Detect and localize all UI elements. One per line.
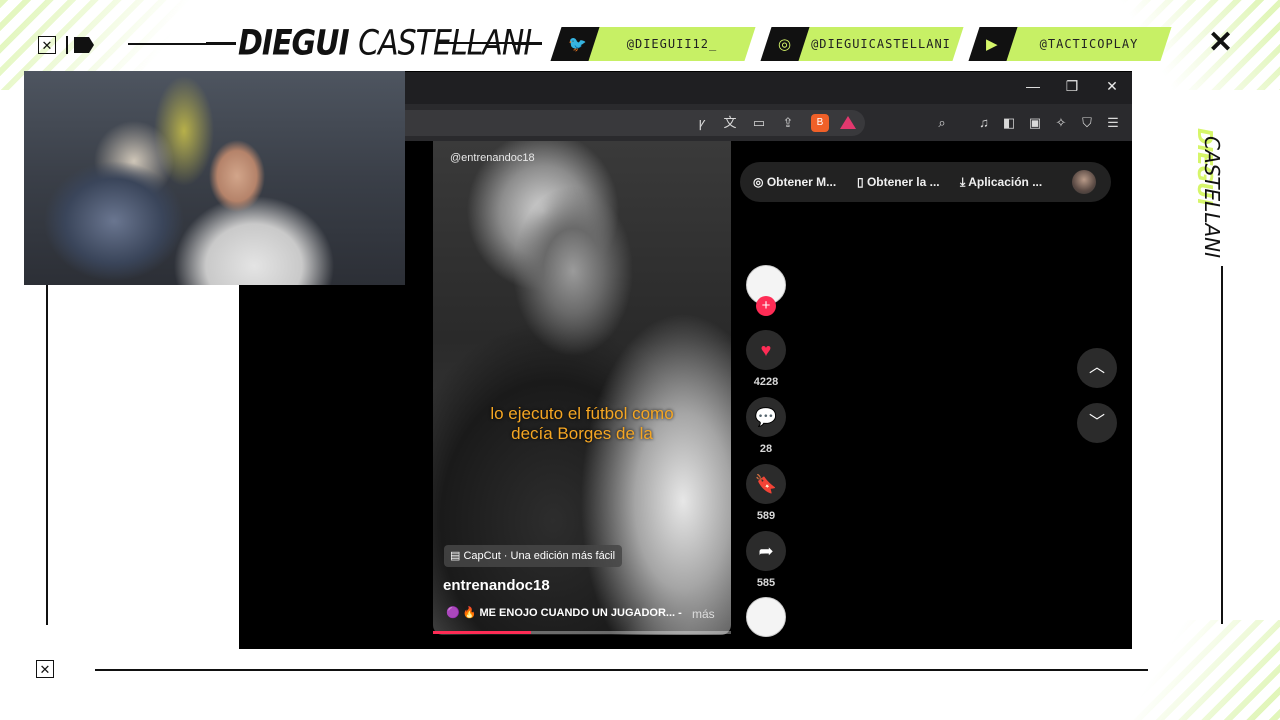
brand-title-light: CASTELLANI (358, 23, 532, 64)
social-instagram: ◎ @DIEGUICASTELLANI (760, 27, 964, 61)
social-twitter: 🐦 @DIEGUII12_ (550, 27, 756, 61)
capcut-badge[interactable]: ▤ CapCut · Una edición más fácil (444, 545, 623, 567)
brave-rewards-icon[interactable] (840, 116, 856, 129)
follow-button[interactable]: + (756, 296, 776, 316)
header-line-left-thick (206, 42, 236, 45)
download-app-label: Aplicación ... (968, 175, 1043, 189)
get-app-label: Obtener la ... (866, 175, 940, 189)
translate-icon[interactable]: 文 (721, 114, 739, 132)
sidebar-icon[interactable]: ◧ (1000, 114, 1018, 132)
header-line-left (128, 43, 208, 45)
vertical-brand-light: CASTELLANI (1200, 135, 1225, 259)
divider (66, 36, 68, 54)
save-count: 589 (756, 510, 776, 522)
no-translate-icon[interactable]: ꝩ (693, 114, 711, 132)
caption-line-2: decía Borges de la (511, 424, 653, 443)
next-video-button[interactable]: ﹀ (1077, 403, 1117, 443)
wallet-icon[interactable]: ▣ (1026, 114, 1044, 132)
ai-sparkle-icon[interactable]: ✧ (1052, 114, 1070, 132)
like-count: 4228 (753, 376, 779, 388)
minimize-button[interactable]: — (1023, 78, 1043, 94)
video-caption: lo ejecuto el fútbol como decía Borges d… (433, 404, 731, 444)
overlay-close-icon: ✕ (1208, 26, 1234, 59)
twitter-handle: @DIEGUII12_ (626, 37, 718, 51)
instagram-icon: ◎ (778, 36, 792, 53)
social-youtube: ▶ @TACTICOPLAY (968, 27, 1172, 61)
search-tab-icon[interactable]: ⌕ (933, 114, 951, 132)
vertical-brand: DIEGUI CASTELLANI (1193, 100, 1238, 258)
progress-fill (433, 631, 531, 634)
profile-avatar[interactable] (1072, 170, 1096, 194)
cast-icon[interactable]: ▭ (750, 114, 768, 132)
window-close-button[interactable]: ✕ (1102, 78, 1122, 95)
comment-button[interactable]: 💬 (746, 397, 786, 437)
capcut-label: CapCut · Una edición más fácil (463, 550, 616, 562)
twitter-icon: 🐦 (568, 36, 587, 53)
left-vertical-line (46, 285, 48, 625)
share-count: 585 (756, 577, 776, 589)
like-button[interactable]: ♥ (746, 330, 786, 370)
comment-count: 28 (759, 443, 773, 455)
video-watermark-handle: @entrenandoc18 (450, 152, 535, 164)
music-icon[interactable]: ♫ (975, 114, 993, 132)
youtube-handle: @TACTICOPLAY (1039, 37, 1139, 51)
close-box-icon: ✕ (38, 36, 56, 54)
video-author[interactable]: entrenandoc18 (443, 577, 550, 594)
bottom-line (95, 669, 1148, 671)
menu-icon[interactable]: ☰ (1104, 114, 1122, 132)
save-button[interactable]: 🔖 (746, 464, 786, 504)
video-description: 🟣 🔥 ME ENOJO CUANDO UN JUGADOR... - (446, 607, 682, 619)
webcam-feed (24, 71, 405, 285)
sound-disc[interactable] (746, 597, 786, 637)
previous-video-button[interactable]: ︿ (1077, 348, 1117, 388)
right-vertical-line (1221, 266, 1223, 624)
instagram-handle: @DIEGUICASTELLANI (811, 37, 951, 51)
youtube-icon: ▶ (986, 36, 998, 53)
caption-line-1: lo ejecuto el fútbol como (490, 404, 674, 423)
more-link[interactable]: más (692, 607, 715, 621)
bottom-close-box-icon: ✕ (36, 660, 54, 678)
get-coins-label: Obtener M... (766, 175, 837, 189)
restore-button[interactable]: ❐ (1062, 78, 1082, 95)
get-app-button[interactable]: ▯ Obtener la ... (857, 175, 940, 189)
vpn-shield-icon[interactable]: ⛉ (1078, 114, 1096, 132)
get-coins-button[interactable]: ◎ Obtener M... (753, 175, 836, 189)
brand-title: DIEGUI CASTELLANI (238, 23, 532, 64)
brand-title-bold: DIEGUI (238, 23, 350, 64)
brave-shield-icon[interactable]: B (811, 114, 829, 132)
share-icon[interactable]: ⇪ (779, 114, 797, 132)
share-button[interactable]: ➦ (746, 531, 786, 571)
download-app-button[interactable]: ⤓ Aplicación ... (960, 175, 1042, 190)
